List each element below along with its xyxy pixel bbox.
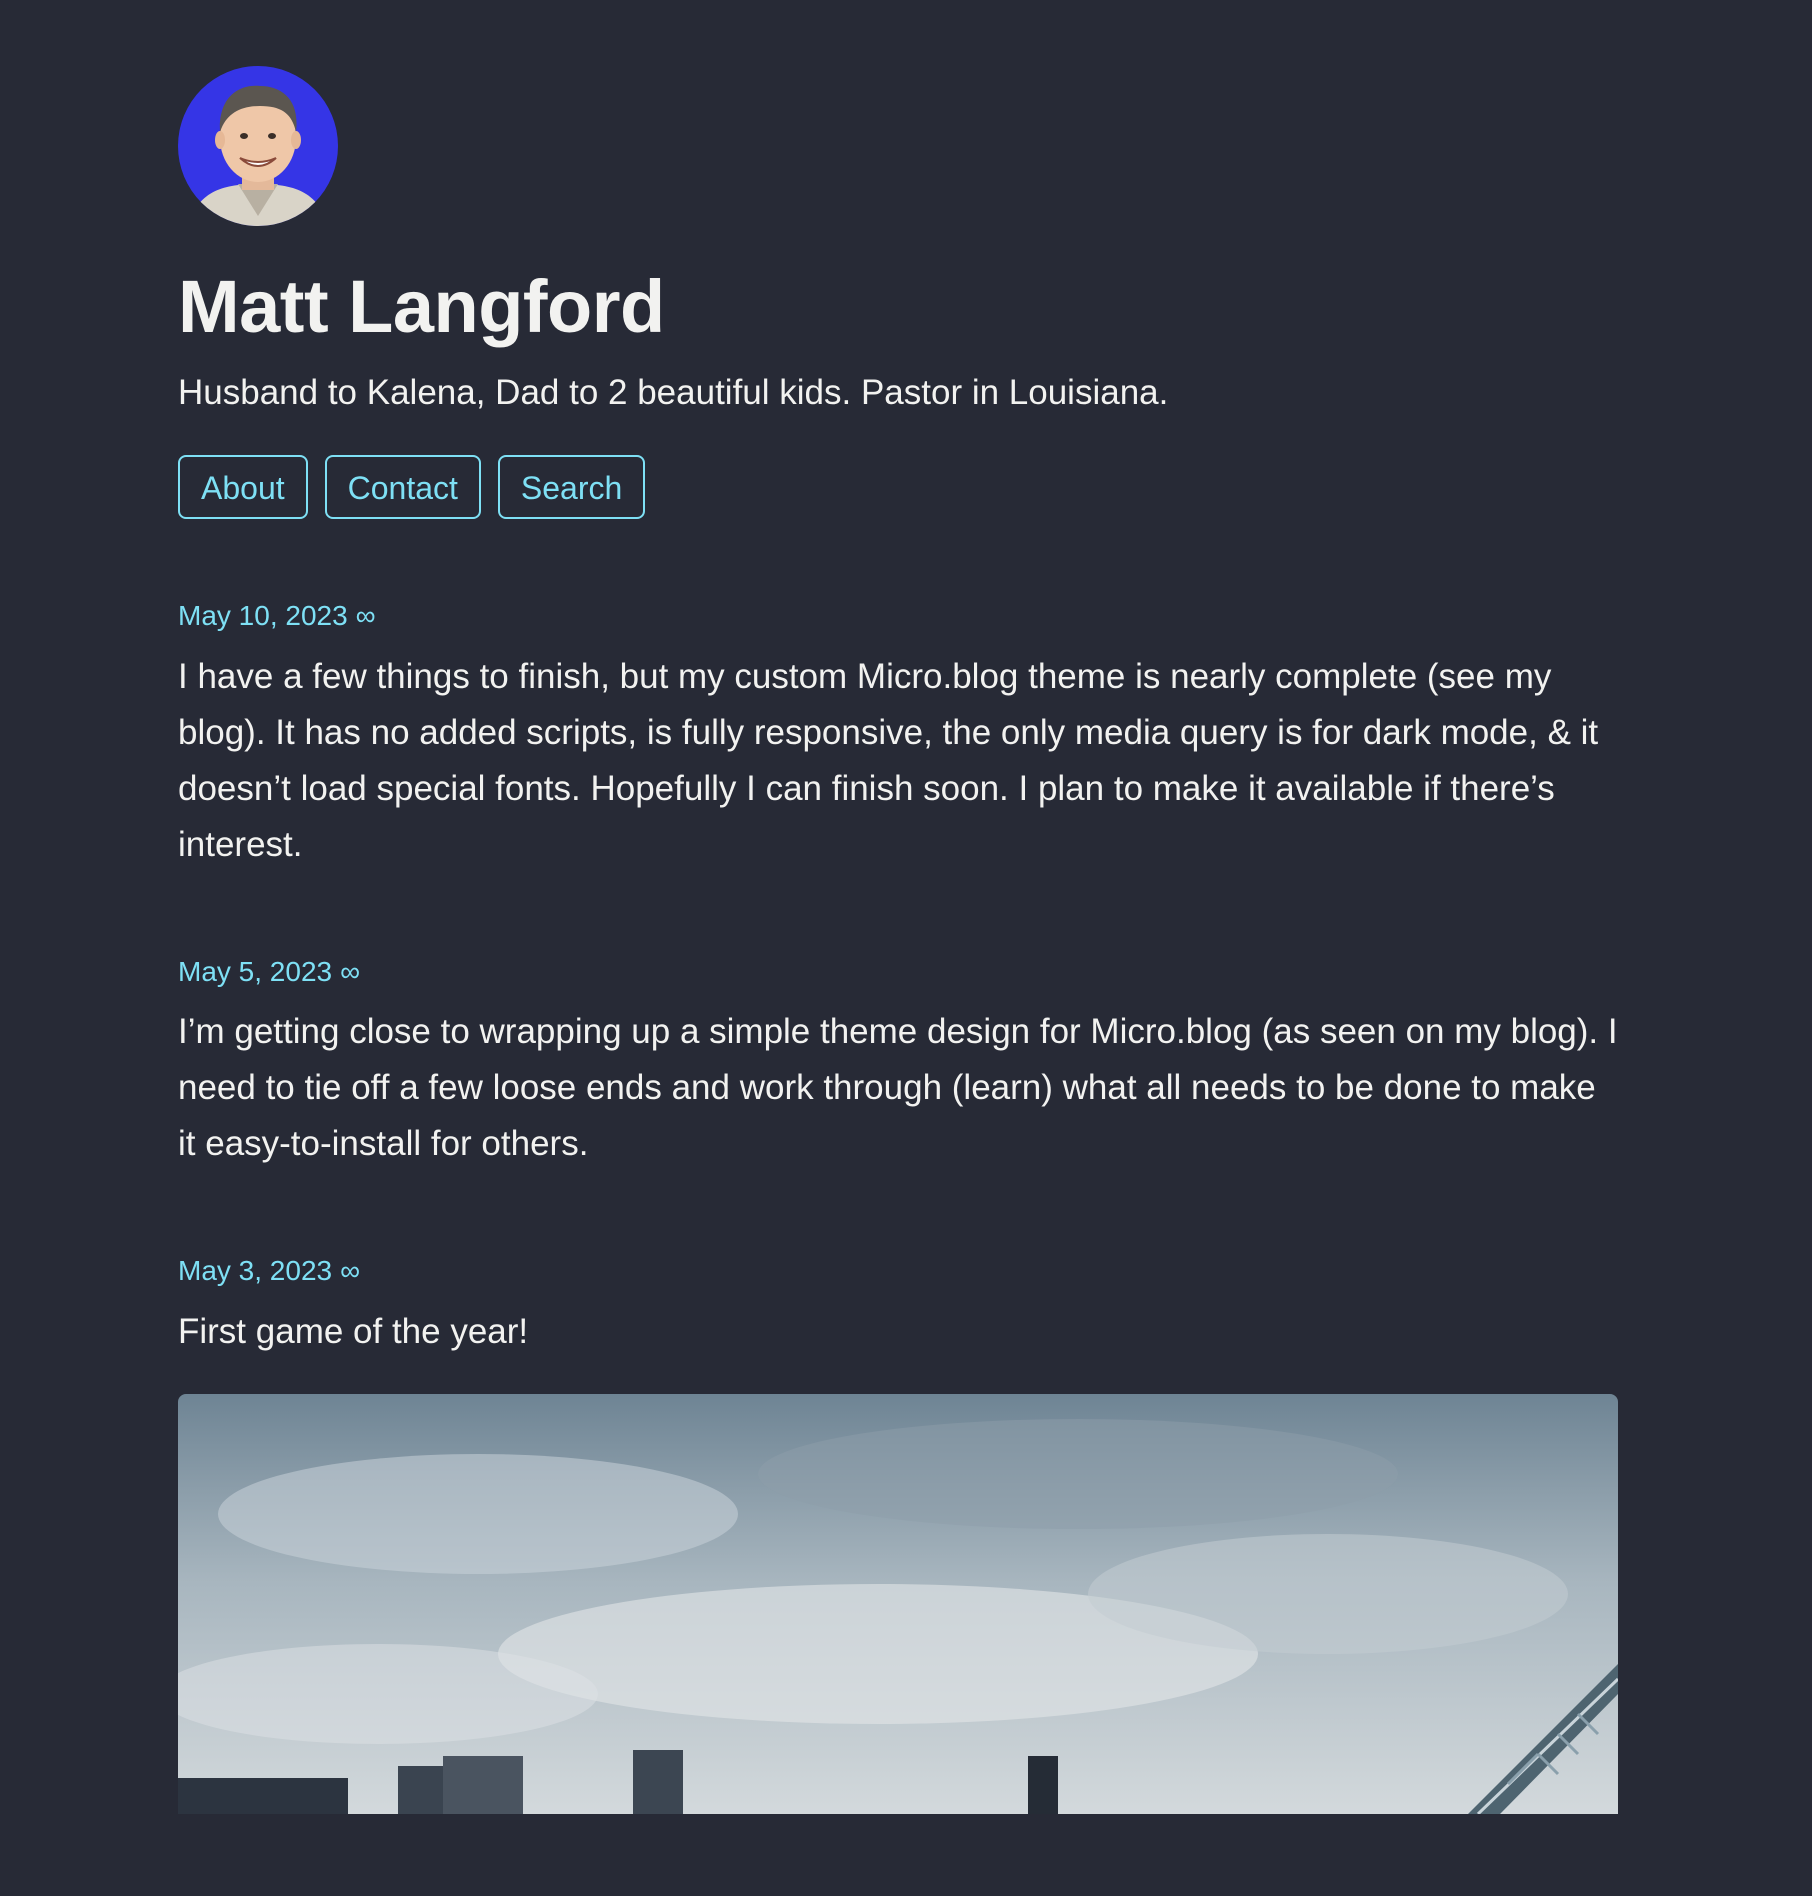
post-date-link[interactable]: May 10, 2023 ∞: [178, 599, 376, 633]
post-list: May 10, 2023 ∞ I have a few things to fin…: [178, 599, 1618, 1814]
post-date: May 3, 2023: [178, 1255, 333, 1287]
site-tagline: Husband to Kalena, Dad to 2 beautiful ki…: [178, 373, 1169, 413]
post-item: May 10, 2023 ∞ I have a few things to fin…: [178, 599, 1618, 873]
post-item: May 5, 2023 ∞ I’m getting close to wrappi…: [178, 955, 1618, 1173]
stadium-sky-photo: [178, 1393, 1618, 1814]
page-container: Matt Langford Husband to Kalena, Dad to …: [178, 66, 1618, 1896]
nav-search-button[interactable]: Search: [497, 454, 646, 520]
post-text: First game of the year!: [178, 1311, 529, 1351]
post-text: I’m getting close to wrapping up a simpl…: [178, 1012, 1618, 1164]
post-date: May 5, 2023: [178, 955, 333, 987]
avatar[interactable]: [178, 66, 338, 226]
post-item: May 3, 2023 ∞ First game of the year!: [178, 1254, 1618, 1814]
permalink-icon: ∞: [355, 600, 376, 632]
post-date-link[interactable]: May 3, 2023 ∞: [178, 1254, 360, 1288]
permalink-icon: ∞: [340, 955, 361, 987]
post-photo[interactable]: [178, 1393, 1618, 1814]
main-nav: About Contact Search: [178, 454, 1618, 520]
post-date-link[interactable]: May 5, 2023 ∞: [178, 955, 360, 989]
post-date: May 10, 2023: [178, 600, 348, 632]
avatar-photo: [178, 66, 338, 226]
post-text: I have a few things to finish, but my cu…: [178, 656, 1599, 864]
permalink-icon: ∞: [340, 1255, 361, 1287]
nav-about-button[interactable]: About: [178, 454, 308, 520]
nav-contact-button[interactable]: Contact: [324, 454, 481, 520]
site-title[interactable]: Matt Langford: [178, 266, 1618, 348]
